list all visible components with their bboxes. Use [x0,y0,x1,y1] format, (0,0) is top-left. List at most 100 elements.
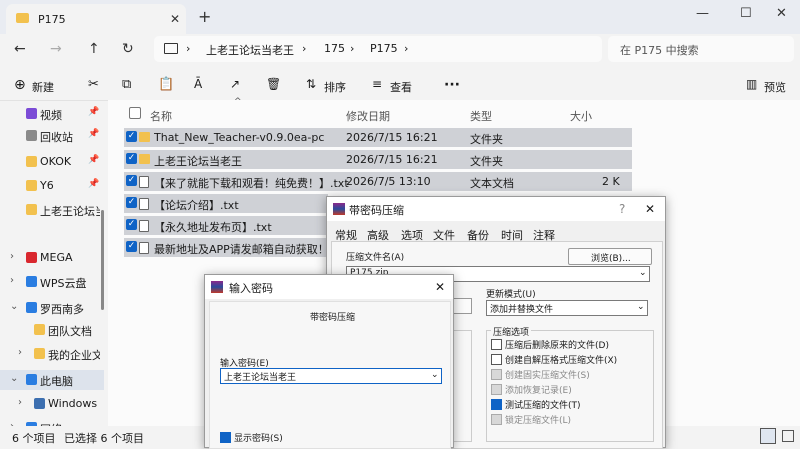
pin-icon: 📌 [88,179,100,189]
sidebar-item-5[interactable]: › MEGA [0,248,104,268]
sidebar-item-2[interactable]: OKOK 📌 [0,152,104,172]
sidebar-item-6[interactable]: › WPS云盘 [0,272,104,292]
row-checkbox[interactable]: ✓ [126,175,137,186]
sidebar-item-label: 我的企业文档 [48,349,100,362]
sidebar-item-11[interactable]: › Windows (C:) [0,394,104,414]
text-file-icon [139,242,149,254]
rename-icon[interactable]: Ā [194,77,202,91]
show-password-checkbox[interactable] [220,432,231,443]
password-input[interactable]: 上老王论坛当老王 ⌄ [220,368,442,384]
chevron-icon[interactable]: › [10,275,14,286]
delete-icon[interactable]: 🗑 [266,77,281,91]
column-header-size[interactable]: 大小 [570,108,592,124]
breadcrumb-more[interactable]: › [404,42,408,55]
sidebar-item-7[interactable]: ⌄ 罗西南多 [0,298,104,318]
forward-arrow-icon[interactable]: → [50,41,62,57]
share-icon[interactable]: ↗ [230,77,240,91]
archive-close-icon[interactable]: ✕ [645,202,655,216]
sidebar-item-9[interactable]: › 我的企业文档 [0,344,104,364]
browse-button[interactable]: 浏览(B)... [568,248,652,265]
sidebar-item-icon [26,374,37,385]
column-header-name[interactable]: 名称 [150,108,172,124]
more-options-icon[interactable]: ··· [444,77,460,93]
row-checkbox[interactable]: ✓ [126,241,137,252]
copy-icon[interactable]: ⧉ [122,77,131,92]
close-window-button[interactable]: ✕ [776,6,787,21]
select-all-checkbox[interactable] [129,107,141,119]
sidebar-item-icon [34,348,45,359]
sidebar-item-8[interactable]: 团队文档 [0,320,104,340]
column-header-type[interactable]: 类型 [470,108,492,124]
breadcrumb-sep: › [302,42,307,55]
breadcrumb-item-0[interactable]: 上老王论坛当老王 [206,42,294,58]
archive-dialog-title: 带密码压缩 [349,204,404,217]
new-tab-button[interactable]: + [198,7,211,26]
sort-button[interactable]: 排序 [324,79,346,95]
new-icon: ⊕ [14,77,26,93]
tab-close-icon[interactable]: ✕ [170,12,180,26]
sidebar-item-4[interactable]: 上老王论坛当 [0,200,104,220]
sidebar-item-icon [34,324,45,335]
breadcrumb-item-1[interactable]: 175 [324,42,345,55]
sidebar-item-label: MEGA [40,251,73,264]
winrar-icon [211,281,223,293]
file-row[interactable]: ✓ That_New_Teacher-v0.9.0ea-pc 2026/7/15 1… [124,128,632,147]
back-arrow-icon[interactable]: ← [14,41,26,57]
details-view-icon[interactable] [760,428,776,444]
chevron-icon[interactable]: › [18,347,22,358]
password-close-icon[interactable]: ✕ [435,280,445,294]
option-checkbox[interactable] [491,384,502,395]
chevron-icon[interactable]: › [18,397,22,408]
sidebar-item-3[interactable]: Y6 📌 [0,176,104,196]
sidebar-item-10[interactable]: ⌄ 此电脑 [0,370,104,390]
sidebar-item-icon [26,276,37,287]
option-checkbox[interactable] [491,369,502,380]
archive-name-label: 压缩文件名(A) [346,253,405,263]
minimize-button[interactable]: — [696,6,709,21]
preview-button[interactable]: 预览 [764,79,786,95]
view-button[interactable]: 查看 [390,79,412,95]
file-row[interactable]: ✓ 【来了就能下载和观看！纯免费！】.txt 2026/7/5 13:10 文本文档 2… [124,172,632,191]
file-row[interactable]: ✓ 【论坛介绍】.txt [124,194,328,213]
sidebar-item-0[interactable]: 视频 📌 [0,104,104,124]
row-checkbox[interactable]: ✓ [126,153,137,164]
paste-icon[interactable]: 📋 [158,77,174,92]
chevron-down-icon[interactable]: ⌄ [637,302,645,312]
file-row[interactable]: ✓ 最新地址及APP请发邮箱自动获取！！！.txt [124,238,328,257]
refresh-icon[interactable]: ↻ [122,41,134,57]
update-mode-label: 更新模式(U) [486,290,536,300]
tab-p175[interactable]: P175 ✕ [6,4,186,34]
new-button[interactable]: 新建 [32,79,54,95]
row-checkbox[interactable]: ✓ [126,131,137,142]
address-bar[interactable]: › 上老王论坛当老王 › 175 › P175 › [154,36,602,62]
chevron-icon[interactable]: ⌄ [10,373,18,384]
maximize-button[interactable]: ☐ [740,6,752,21]
file-name: That_New_Teacher-v0.9.0ea-pc [154,131,325,144]
file-type: 文本文档 [470,177,514,190]
chevron-icon[interactable]: › [10,251,14,262]
search-input[interactable]: 在 P175 中搜索 [608,36,794,62]
option-checkbox[interactable] [491,399,502,410]
column-header-date[interactable]: 修改日期 [346,108,390,124]
sidebar-item-icon [26,156,37,167]
update-mode-select[interactable]: 添加并替换文件 ⌄ [486,300,648,316]
breadcrumb-item-2[interactable]: P175 [370,42,398,55]
file-row[interactable]: ✓ 【永久地址发布页】.txt [124,216,328,235]
sidebar-scrollbar[interactable] [101,210,104,310]
file-date: 2026/7/15 16:21 [346,153,438,166]
help-icon[interactable]: ? [619,202,625,216]
row-checkbox[interactable]: ✓ [126,219,137,230]
pin-icon: 📌 [88,129,100,139]
chevron-down-icon[interactable]: ⌄ [431,370,439,380]
up-arrow-icon[interactable]: ↑ [88,41,100,57]
cut-icon[interactable]: ✂ [88,77,99,92]
chevron-icon[interactable]: ⌄ [10,301,18,312]
row-checkbox[interactable]: ✓ [126,197,137,208]
sidebar-item-1[interactable]: 回收站 📌 [0,126,104,146]
option-checkbox[interactable] [491,354,502,365]
file-row[interactable]: ✓ 上老王论坛当老王 2026/7/15 16:21 文件夹 [124,150,632,169]
option-checkbox[interactable] [491,414,502,425]
option-checkbox[interactable] [491,339,502,350]
tiles-view-icon[interactable] [782,430,794,442]
chevron-down-icon[interactable]: ⌄ [639,268,647,278]
